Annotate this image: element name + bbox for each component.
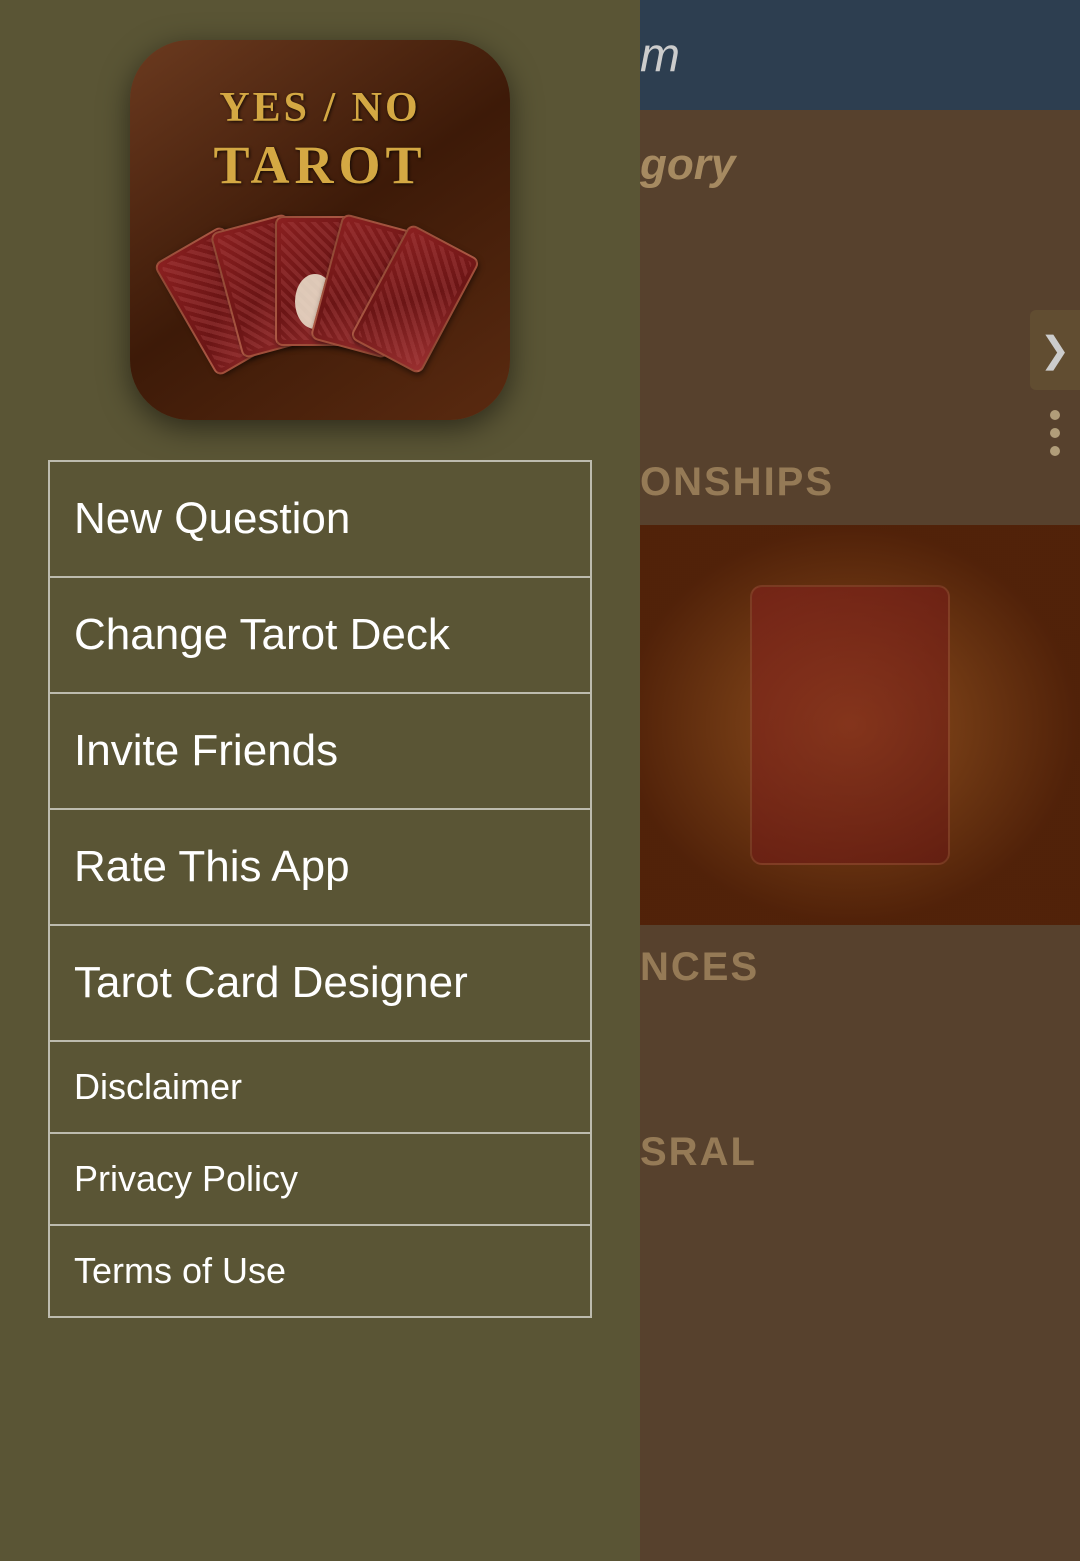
logo-title-tarot: TAROT (213, 134, 426, 196)
menu-item-privacy-policy[interactable]: Privacy Policy (48, 1134, 592, 1226)
right-panel-section-1: ONSHIPS (620, 440, 1080, 525)
menu-item-tarot-card-designer[interactable]: Tarot Card Designer (48, 926, 592, 1042)
dot-3 (1050, 446, 1060, 456)
menu-item-invite-friends[interactable]: Invite Friends (48, 694, 592, 810)
menu-item-disclaimer[interactable]: Disclaimer (48, 1042, 592, 1134)
logo-container: YES / NO TAROT (0, 0, 640, 450)
menu-list: New Question Change Tarot Deck Invite Fr… (0, 450, 640, 1328)
app-logo: YES / NO TAROT (130, 40, 510, 420)
dot-1 (1050, 410, 1060, 420)
right-panel-category: gory (620, 110, 1080, 220)
menu-item-new-question[interactable]: New Question (48, 460, 592, 578)
menu-item-terms-of-use[interactable]: Terms of Use (48, 1226, 592, 1318)
sidebar-drawer: YES / NO TAROT New Question Change Tarot… (0, 0, 640, 1561)
three-dots-menu[interactable] (1040, 400, 1070, 466)
menu-item-change-tarot-deck[interactable]: Change Tarot Deck (48, 578, 592, 694)
right-panel-header-text: m (640, 28, 680, 83)
right-panel: m gory ONSHIPS NCES SRAL (620, 0, 1080, 1561)
dot-2 (1050, 428, 1060, 438)
background-card-image (620, 525, 1080, 925)
menu-item-rate-this-app[interactable]: Rate This App (48, 810, 592, 926)
right-panel-section-3: SRAL (620, 1110, 1080, 1195)
card-fan (180, 216, 460, 376)
logo-title-yes-no: YES / NO (219, 84, 420, 132)
right-panel-header: m (620, 0, 1080, 110)
right-panel-section-2: NCES (620, 925, 1080, 1010)
chevron-right-icon[interactable] (1030, 310, 1080, 390)
